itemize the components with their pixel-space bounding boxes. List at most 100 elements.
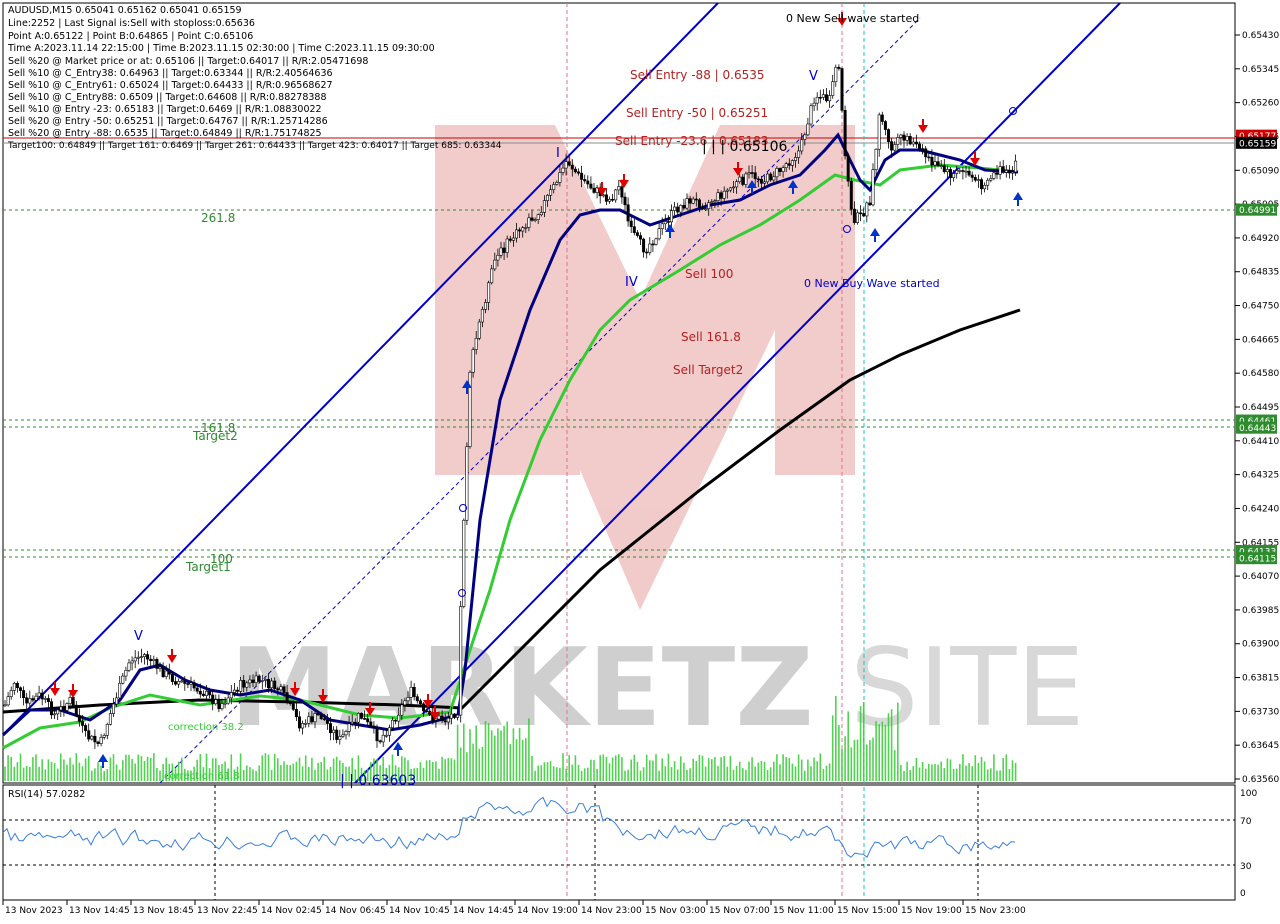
candle-body[interactable]: [614, 189, 618, 201]
candle-body[interactable]: [561, 167, 565, 173]
candle-body[interactable]: [781, 167, 785, 172]
candle-body[interactable]: [372, 725, 376, 728]
candle-body[interactable]: [133, 657, 137, 662]
candle-body[interactable]: [291, 703, 295, 710]
candle-body[interactable]: [459, 606, 463, 716]
candle-body[interactable]: [896, 137, 900, 145]
candle-body[interactable]: [155, 659, 159, 669]
candle-body[interactable]: [353, 721, 357, 724]
candle-body[interactable]: [84, 725, 88, 731]
candle-body[interactable]: [477, 321, 481, 339]
candle-body[interactable]: [914, 141, 918, 145]
candle-body[interactable]: [127, 662, 131, 671]
candle-body[interactable]: [576, 171, 580, 174]
candle-body[interactable]: [762, 181, 766, 184]
candle-body[interactable]: [425, 710, 429, 713]
candle-body[interactable]: [797, 150, 801, 158]
candle-body[interactable]: [143, 654, 147, 657]
candle-body[interactable]: [366, 718, 370, 723]
candle-body[interactable]: [242, 680, 246, 688]
candle-body[interactable]: [443, 720, 447, 723]
candle-body[interactable]: [707, 202, 711, 209]
candle-body[interactable]: [731, 186, 735, 189]
candle-body[interactable]: [236, 689, 240, 692]
candle-body[interactable]: [217, 699, 221, 710]
candle-body[interactable]: [232, 689, 236, 693]
candle-body[interactable]: [412, 686, 416, 697]
candle-body[interactable]: [192, 682, 196, 689]
candle-body[interactable]: [170, 673, 174, 682]
candle-body[interactable]: [859, 212, 863, 215]
candle-body[interactable]: [471, 349, 475, 373]
candle-body[interactable]: [921, 148, 925, 150]
candle-body[interactable]: [195, 687, 199, 692]
candle-body[interactable]: [164, 670, 168, 677]
candle-body[interactable]: [524, 227, 528, 229]
candle-body[interactable]: [22, 690, 26, 699]
candle-body[interactable]: [852, 208, 856, 223]
candle-body[interactable]: [344, 731, 348, 736]
candle-body[interactable]: [28, 698, 32, 704]
candle-body[interactable]: [31, 698, 35, 701]
candle-body[interactable]: [629, 220, 633, 227]
candle-body[interactable]: [883, 121, 887, 130]
candle-body[interactable]: [989, 178, 993, 181]
chart-canvas[interactable]: MARKETZ SITE AUDUSD,M15 0.65041 0.65162 …: [0, 0, 1280, 920]
candle-body[interactable]: [623, 196, 627, 206]
candle-body[interactable]: [338, 736, 342, 740]
candle-body[interactable]: [220, 703, 224, 710]
candle-body[interactable]: [828, 95, 832, 102]
candle-body[interactable]: [74, 704, 78, 716]
candle-body[interactable]: [967, 170, 971, 176]
candle-body[interactable]: [955, 170, 959, 174]
candle-body[interactable]: [905, 135, 909, 141]
candle-body[interactable]: [105, 724, 109, 736]
candle-body[interactable]: [480, 309, 484, 323]
candle-body[interactable]: [545, 194, 549, 201]
candle-body[interactable]: [301, 723, 305, 729]
candle-body[interactable]: [9, 690, 13, 697]
candle-body[interactable]: [620, 186, 624, 198]
candle-body[interactable]: [902, 134, 906, 141]
candle-body[interactable]: [527, 217, 531, 228]
candle-body[interactable]: [704, 208, 708, 210]
candle-body[interactable]: [809, 105, 813, 125]
candle-body[interactable]: [976, 179, 980, 181]
candle-body[interactable]: [328, 723, 332, 734]
candle-body[interactable]: [40, 692, 44, 700]
candle-body[interactable]: [713, 200, 717, 203]
candle-body[interactable]: [273, 680, 277, 689]
candle-body[interactable]: [369, 721, 373, 727]
candle-body[interactable]: [961, 170, 965, 172]
candle-body[interactable]: [409, 686, 413, 698]
candle-body[interactable]: [108, 713, 112, 725]
candle-body[interactable]: [440, 715, 444, 721]
candle-body[interactable]: [415, 696, 419, 702]
candle-body[interactable]: [34, 695, 38, 701]
candle-body[interactable]: [558, 172, 562, 183]
candle-body[interactable]: [335, 729, 339, 740]
candle-body[interactable]: [849, 180, 853, 210]
candle-body[interactable]: [831, 81, 835, 96]
candle-body[interactable]: [657, 228, 661, 240]
candle-body[interactable]: [998, 166, 1002, 175]
candle-body[interactable]: [766, 173, 770, 183]
candle-body[interactable]: [341, 734, 345, 737]
candle-body[interactable]: [490, 268, 494, 284]
candle-body[interactable]: [818, 96, 822, 99]
candle-body[interactable]: [487, 282, 491, 303]
candle-body[interactable]: [846, 155, 850, 182]
candle-body[interactable]: [539, 212, 543, 216]
candle-body[interactable]: [356, 713, 360, 723]
candle-body[interactable]: [18, 687, 22, 691]
candle-body[interactable]: [474, 338, 478, 350]
candle-body[interactable]: [319, 714, 323, 720]
candle-body[interactable]: [3, 704, 7, 707]
candle-body[interactable]: [973, 177, 977, 181]
candle-body[interactable]: [397, 714, 401, 722]
candle-body[interactable]: [294, 709, 298, 718]
candle-body[interactable]: [660, 223, 664, 229]
candle-body[interactable]: [710, 201, 714, 204]
candle-body[interactable]: [208, 690, 212, 696]
candle-body[interactable]: [964, 170, 968, 173]
